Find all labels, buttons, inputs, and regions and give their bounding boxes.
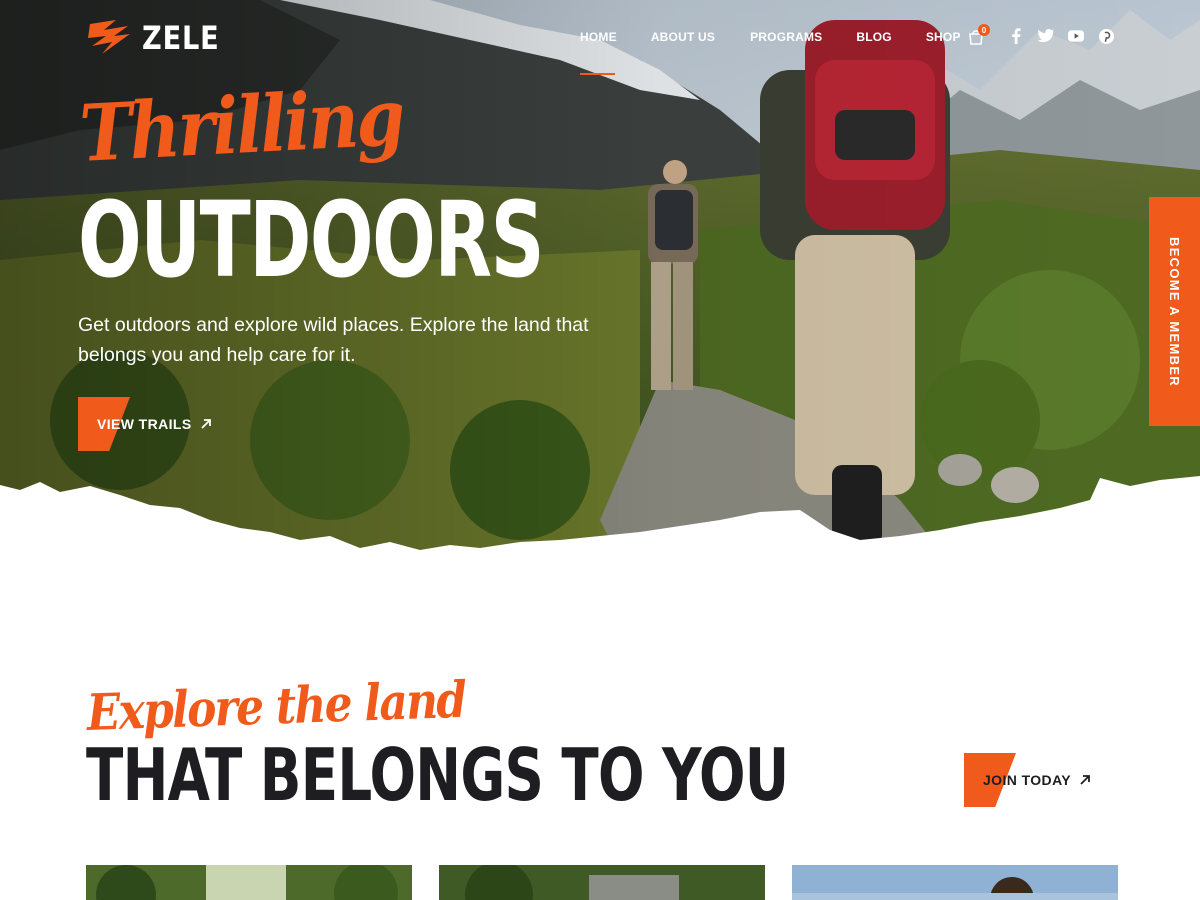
logo-mark-icon bbox=[88, 20, 130, 54]
hero-title: OUTDOORS bbox=[78, 179, 545, 301]
hero-description: Get outdoors and explore wild places. Ex… bbox=[78, 314, 589, 366]
join-today-label: JOIN TODAY bbox=[983, 772, 1072, 788]
trail-card-image[interactable] bbox=[439, 865, 765, 900]
section-title: THAT BELONGS TO YOU bbox=[86, 733, 789, 817]
brand-name: ZELE bbox=[142, 19, 220, 57]
nav-item-programs[interactable]: PROGRAMS bbox=[750, 30, 822, 44]
main-nav: HOME ABOUT US PROGRAMS BLOG SHOP bbox=[580, 30, 961, 44]
social-links bbox=[1008, 28, 1114, 44]
youtube-icon[interactable] bbox=[1068, 28, 1084, 44]
hero-section: ZELE HOME ABOUT US PROGRAMS BLOG SHOP 0 bbox=[0, 0, 1200, 600]
hero-script-title: Thrilling bbox=[77, 72, 405, 180]
nav-active-indicator bbox=[580, 73, 615, 75]
arrow-up-right-icon bbox=[200, 419, 211, 429]
trail-card-image[interactable] bbox=[792, 865, 1118, 900]
view-trails-button[interactable]: VIEW TRAILS bbox=[78, 397, 212, 451]
nav-item-home[interactable]: HOME bbox=[580, 30, 617, 44]
arrow-up-right-icon bbox=[1080, 775, 1090, 785]
brand-logo[interactable]: ZELE bbox=[86, 18, 233, 58]
twitter-icon[interactable] bbox=[1038, 28, 1054, 44]
trail-card-image[interactable] bbox=[86, 865, 412, 900]
cart-count-badge: 0 bbox=[978, 24, 990, 36]
view-trails-label: VIEW TRAILS bbox=[97, 416, 192, 432]
page: ZELE HOME ABOUT US PROGRAMS BLOG SHOP 0 bbox=[0, 0, 1200, 900]
pinterest-icon[interactable] bbox=[1098, 28, 1114, 44]
nav-item-blog[interactable]: BLOG bbox=[856, 30, 891, 44]
join-today-button[interactable]: JOIN TODAY bbox=[964, 753, 1091, 807]
become-member-tab[interactable]: BECOME A MEMBER bbox=[1149, 197, 1200, 426]
section-script-title: Explore the land bbox=[85, 669, 467, 742]
become-member-label: BECOME A MEMBER bbox=[1167, 236, 1182, 387]
nav-item-shop[interactable]: SHOP bbox=[926, 30, 961, 44]
facebook-icon[interactable] bbox=[1008, 28, 1024, 44]
nav-item-about-us[interactable]: ABOUT US bbox=[651, 30, 715, 44]
